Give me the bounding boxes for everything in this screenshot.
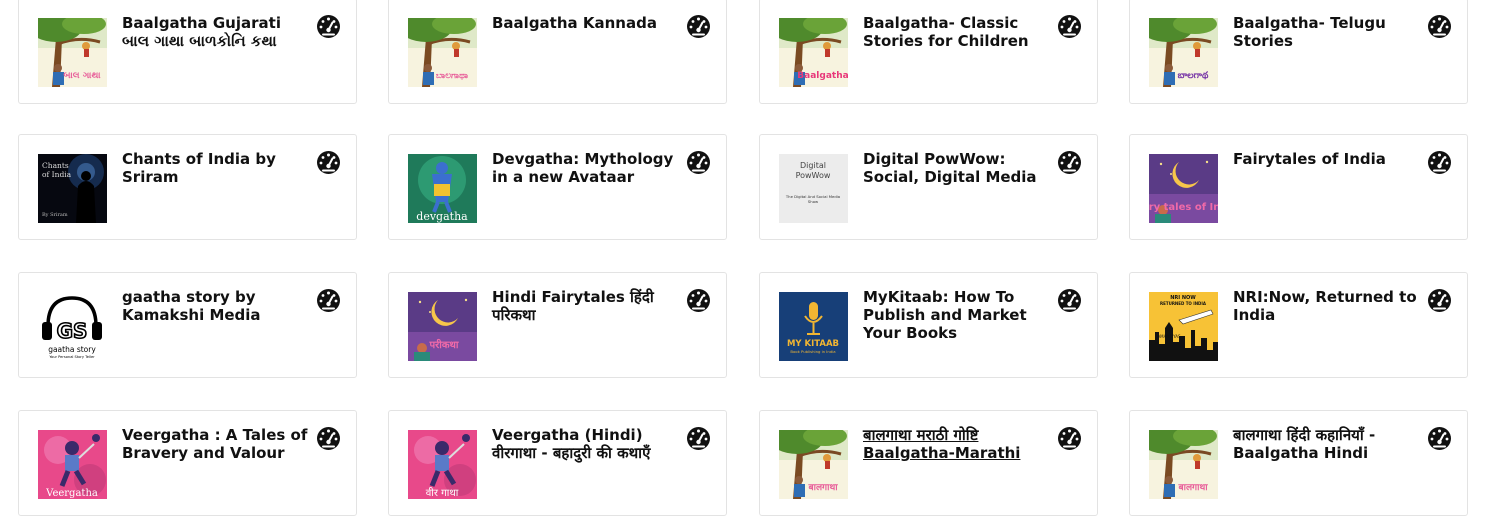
svg-text:RETURNED TO INDIA: RETURNED TO INDIA bbox=[1160, 301, 1207, 306]
gauge-icon[interactable] bbox=[686, 288, 711, 313]
podcast-title[interactable]: Baalgatha Kannada bbox=[492, 14, 680, 32]
podcast-card[interactable]: MY KITAAB Book Publishing in India MyKit… bbox=[759, 272, 1098, 378]
podcast-card[interactable]: ಬಾಲಗಾಥಾ Baalgatha Kannada bbox=[388, 0, 727, 104]
svg-text:Book Publishing in India: Book Publishing in India bbox=[790, 349, 835, 354]
svg-text:Show: Show bbox=[808, 199, 818, 204]
podcast-card[interactable]: Baalgatha Baalgatha- Classic Stories for… bbox=[759, 0, 1098, 104]
podcast-cover-image[interactable]: MY KITAAB Book Publishing in India bbox=[779, 292, 848, 361]
podcast-card[interactable]: બાલ ગાથા Baalgatha Gujarati બાલ ગાથા બાળ… bbox=[18, 0, 357, 104]
podcast-card[interactable]: बालगाथा बालगाथा हिंदी कहानियाँ - Baalgat… bbox=[1129, 410, 1468, 516]
podcast-card[interactable]: GS gaatha story Your Personal Story Tell… bbox=[18, 272, 357, 378]
gauge-icon[interactable] bbox=[1057, 150, 1082, 175]
gauge-icon[interactable] bbox=[1057, 14, 1082, 39]
podcast-cover-image[interactable]: बालगाथा bbox=[1149, 430, 1218, 499]
podcast-cover-image[interactable]: NRI NOW RETURNED TO INDIA AMAR VYAS bbox=[1149, 292, 1218, 361]
gauge-icon[interactable] bbox=[686, 426, 711, 451]
podcast-title[interactable]: Baalgatha- Telugu Stories bbox=[1233, 14, 1421, 50]
podcast-cover-image[interactable]: Digital PowWow The Digital And Social Me… bbox=[779, 154, 848, 223]
podcast-cover-image[interactable]: બાલ ગાથા bbox=[38, 18, 107, 87]
podcast-card[interactable]: Veergatha Veergatha : A Tales of Bravery… bbox=[18, 410, 357, 516]
podcast-card[interactable]: परीकथा Hindi Fairytales हिंदी परिकथा bbox=[388, 272, 727, 378]
gauge-icon[interactable] bbox=[316, 426, 341, 451]
gauge-icon[interactable] bbox=[686, 14, 711, 39]
gauge-icon[interactable] bbox=[316, 288, 341, 313]
podcast-cover-image[interactable]: బాలగాథ bbox=[1149, 18, 1218, 87]
podcast-card[interactable]: బాలగాథ Baalgatha- Telugu Stories bbox=[1129, 0, 1468, 104]
podcast-cover-image[interactable]: परीकथा bbox=[408, 292, 477, 361]
podcast-cover-image[interactable]: वीर गाथा bbox=[408, 430, 477, 499]
podcast-cover-image[interactable]: ಬಾಲಗಾಥಾ bbox=[408, 18, 477, 87]
svg-text:Digital: Digital bbox=[800, 161, 826, 170]
gauge-icon[interactable] bbox=[1427, 14, 1452, 39]
podcast-title[interactable]: MyKitaab: How To Publish and Market Your… bbox=[863, 288, 1051, 342]
gauge-icon[interactable] bbox=[1427, 426, 1452, 451]
podcast-cover-image[interactable]: Veergatha bbox=[38, 430, 107, 499]
podcast-grid: બાલ ગાથા Baalgatha Gujarati બાલ ગાથા બાળ… bbox=[0, 0, 1500, 516]
podcast-title[interactable]: Veergatha (Hindi) वीरगाथा - बहादुरी की क… bbox=[492, 426, 680, 462]
podcast-cover-image[interactable]: Chants of India By Sriram bbox=[38, 154, 107, 223]
gauge-icon[interactable] bbox=[316, 14, 341, 39]
svg-text:PowWow: PowWow bbox=[796, 171, 831, 180]
svg-text:वीर गाथा: वीर गाथा bbox=[426, 487, 459, 499]
gauge-icon[interactable] bbox=[1057, 426, 1082, 451]
svg-text:GS: GS bbox=[57, 319, 88, 343]
svg-text:Baalgatha: Baalgatha bbox=[797, 71, 848, 81]
svg-text:బాలగాథ: బాలగాథ bbox=[1178, 71, 1209, 81]
svg-text:बालगाथा: बालगाथा bbox=[1177, 483, 1208, 493]
svg-text:AMAR VYAS: AMAR VYAS bbox=[1157, 334, 1181, 339]
svg-text:Fairy tales of India: Fairy tales of India bbox=[1149, 202, 1218, 213]
podcast-title[interactable]: Hindi Fairytales हिंदी परिकथा bbox=[492, 288, 680, 324]
svg-text:devgatha: devgatha bbox=[416, 210, 468, 223]
podcast-title[interactable]: Fairytales of India bbox=[1233, 150, 1421, 168]
svg-text:By Sriram: By Sriram bbox=[42, 212, 68, 218]
podcast-title[interactable]: Baalgatha Gujarati બાલ ગાથા બાળકોનિ કથા bbox=[122, 14, 310, 50]
podcast-cover-image[interactable]: बालगाथा bbox=[779, 430, 848, 499]
gauge-icon[interactable] bbox=[686, 150, 711, 175]
podcast-card[interactable]: Digital PowWow The Digital And Social Me… bbox=[759, 134, 1098, 240]
gauge-icon[interactable] bbox=[316, 150, 341, 175]
podcast-cover-image[interactable]: devgatha bbox=[408, 154, 477, 223]
podcast-title[interactable]: Digital PowWow: Social, Digital Media bbox=[863, 150, 1051, 186]
svg-text:gaatha story: gaatha story bbox=[48, 345, 96, 354]
svg-text:MY KITAAB: MY KITAAB bbox=[787, 339, 839, 349]
podcast-card[interactable]: devgatha Devgatha: Mythology in a new Av… bbox=[388, 134, 727, 240]
svg-text:बालगाथा: बालगाथा bbox=[807, 483, 838, 493]
gauge-icon[interactable] bbox=[1427, 288, 1452, 313]
svg-text:ಬಾಲಗಾಥಾ: ಬಾಲಗಾಥಾ bbox=[436, 71, 468, 81]
podcast-title[interactable]: बालगाथा हिंदी कहानियाँ - Baalgatha Hindi bbox=[1233, 426, 1421, 462]
podcast-title[interactable]: NRI:Now, Returned to India bbox=[1233, 288, 1421, 324]
podcast-card[interactable]: NRI NOW RETURNED TO INDIA AMAR VYAS NRI:… bbox=[1129, 272, 1468, 378]
svg-text:परीकथा: परीकथा bbox=[428, 338, 458, 351]
podcast-title[interactable]: Baalgatha- Classic Stories for Children bbox=[863, 14, 1051, 50]
gauge-icon[interactable] bbox=[1427, 150, 1452, 175]
podcast-title[interactable]: Chants of India by Sriram bbox=[122, 150, 310, 186]
svg-text:Veergatha: Veergatha bbox=[45, 488, 98, 499]
podcast-card[interactable]: बालगाथा बालगाथा मराठी गोष्टि Baalgatha-M… bbox=[759, 410, 1098, 516]
podcast-title[interactable]: Devgatha: Mythology in a new Avataar bbox=[492, 150, 680, 186]
svg-text:of India: of India bbox=[42, 170, 72, 179]
podcast-title[interactable]: gaatha story by Kamakshi Media bbox=[122, 288, 310, 324]
podcast-card[interactable]: Chants of India By Sriram Chants of Indi… bbox=[18, 134, 357, 240]
svg-text:બાલ ગાથા: બાલ ગાથા bbox=[63, 71, 101, 81]
podcast-card[interactable]: Fairy tales of India Fairytales of India bbox=[1129, 134, 1468, 240]
svg-text:Chants: Chants bbox=[42, 161, 69, 170]
svg-text:Your Personal Story Teller: Your Personal Story Teller bbox=[49, 355, 95, 359]
gauge-icon[interactable] bbox=[1057, 288, 1082, 313]
podcast-cover-image[interactable]: GS gaatha story Your Personal Story Tell… bbox=[38, 292, 107, 361]
podcast-card[interactable]: वीर गाथा Veergatha (Hindi) वीरगाथा - बहा… bbox=[388, 410, 727, 516]
podcast-cover-image[interactable]: Fairy tales of India bbox=[1149, 154, 1218, 223]
podcast-title[interactable]: Veergatha : A Tales of Bravery and Valou… bbox=[122, 426, 310, 462]
podcast-cover-image[interactable]: Baalgatha bbox=[779, 18, 848, 87]
podcast-title[interactable]: बालगाथा मराठी गोष्टि Baalgatha-Marathi bbox=[863, 426, 1051, 462]
